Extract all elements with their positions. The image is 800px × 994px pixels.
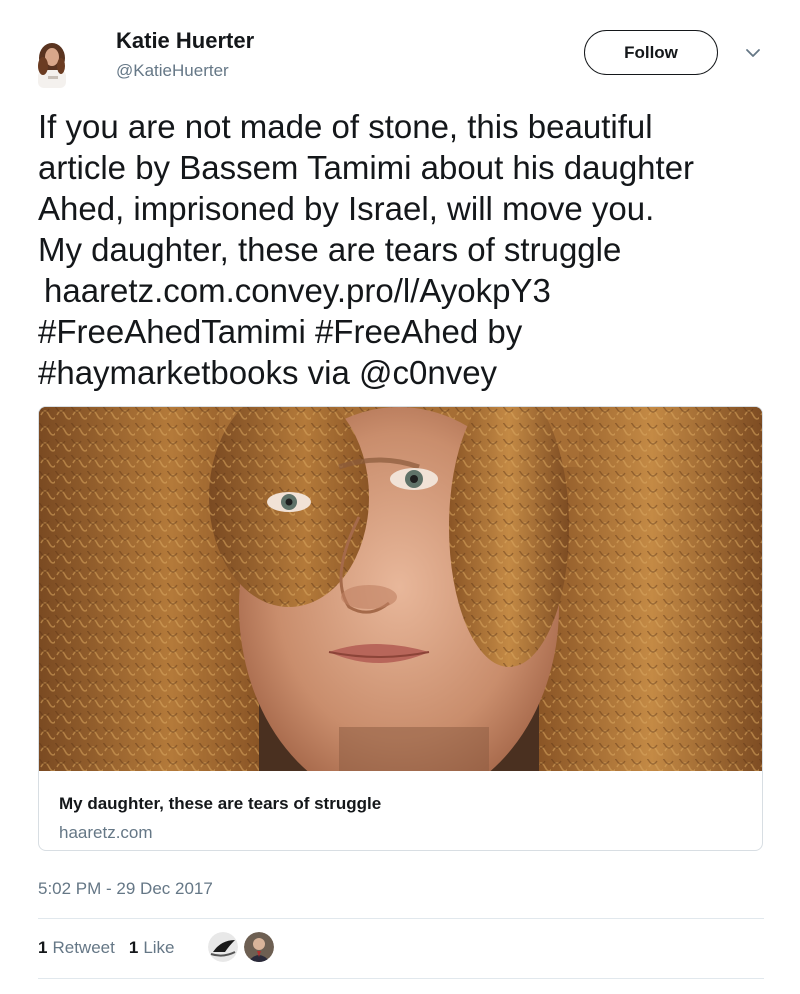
tweet-hashtags-mention[interactable]: #haymarketbooks via @c0nvey [38, 352, 778, 393]
link-card[interactable]: My daughter, these are tears of struggle… [38, 406, 763, 851]
tweet-hashtags[interactable]: #FreeAhedTamimi #FreeAhed by [38, 311, 778, 352]
card-image [39, 407, 762, 771]
tweet-text: If you are not made of stone, this beaut… [38, 106, 778, 393]
divider [38, 978, 764, 979]
tweet-line: If you are not made of stone, this beaut… [38, 108, 653, 145]
tweet-stats: 1 Retweet 1 Like [38, 938, 175, 958]
divider [38, 918, 764, 919]
chevron-down-icon[interactable] [744, 44, 762, 62]
author-avatar[interactable] [34, 38, 72, 88]
like-label: Like [143, 938, 175, 957]
tweet-timestamp[interactable]: 5:02 PM - 29 Dec 2017 [38, 879, 213, 899]
retweet-stat[interactable]: 1 Retweet [38, 938, 115, 958]
author-handle[interactable]: @KatieHuerter [116, 61, 229, 81]
author-name[interactable]: Katie Huerter [116, 28, 254, 54]
card-domain: haaretz.com [59, 823, 153, 842]
retweet-label: Retweet [52, 938, 115, 957]
tweet-link[interactable]: haaretz.com.convey.pro/l/AyokpY3 [38, 270, 778, 311]
tweet-line: article by Bassem Tamimi about his daugh… [38, 149, 695, 186]
like-stat[interactable]: 1 Like [129, 938, 175, 958]
like-count: 1 [128, 938, 139, 957]
retweeter-avatar[interactable] [242, 930, 276, 964]
card-title[interactable]: My daughter, these are tears of struggle [59, 794, 381, 814]
retweet-count: 1 [38, 938, 48, 957]
liker-avatar[interactable] [206, 930, 240, 964]
tweet-line: Ahed, imprisoned by Israel, will move yo… [38, 190, 655, 227]
follow-button[interactable]: Follow [584, 30, 718, 75]
tweet-line: My daughter, these are tears of struggle [38, 231, 622, 268]
